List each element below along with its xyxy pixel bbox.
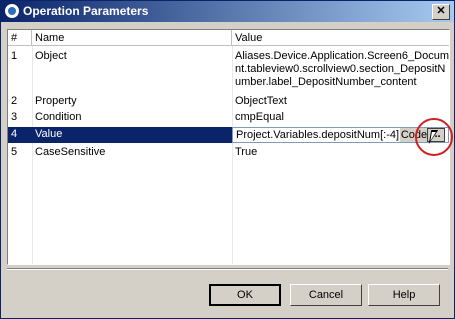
row-num: 1 [11,50,18,62]
row-value: ObjectText [235,95,287,107]
cancel-button[interactable]: Cancel [290,284,362,306]
help-button[interactable]: Help [368,284,440,306]
row-value: Aliases.Device.Application.Screen6_Docum… [232,50,449,89]
table-row[interactable]: 3 Condition cmpEqual [8,111,449,125]
table-row[interactable]: 2 Property ObjectText [8,95,449,109]
app-icon [5,4,19,18]
dialog-title: Operation Parameters [23,4,149,18]
row-value: cmpEqual [235,111,284,123]
table-row-selected[interactable]: 4 Value Project.Variables.depositNum[:-4… [8,127,449,143]
ok-button[interactable]: OK [209,284,281,306]
header-num[interactable]: # [8,30,32,46]
parameters-grid: # Name Value 1 Object Aliases.Device.App… [7,29,450,265]
title-bar: Operation Parameters ✕ [1,1,454,22]
row-value-line: umber.label_DepositNumber_content [235,76,417,88]
row-name: Object [35,50,67,62]
row-name: Condition [35,111,82,123]
separator [7,268,448,270]
row-num: 5 [11,146,18,158]
table-row[interactable]: 1 Object Aliases.Device.Application.Scre… [8,50,449,92]
operation-parameters-dialog: Operation Parameters ✕ # Name Value 1 Ob… [0,0,455,319]
row-name: Value [35,128,63,140]
header-value[interactable]: Value [232,30,449,46]
row-name: Property [35,95,77,107]
row-value-line: Aliases.Device.Application.Screen6_Docum… [235,50,450,62]
value-input[interactable]: Project.Variables.depositNum[:-4] [236,129,399,141]
close-button[interactable]: ✕ [432,4,450,20]
row-value-line: nt.tableview0.scrollview0.section_Deposi… [235,63,446,75]
row-num: 2 [11,95,18,107]
row-num: 4 [11,128,18,140]
row-num: 3 [11,111,18,123]
table-row[interactable]: 5 CaseSensitive True [8,146,449,160]
header-name[interactable]: Name [32,30,232,46]
row-value: True [235,146,258,158]
row-name: CaseSensitive [35,146,106,158]
